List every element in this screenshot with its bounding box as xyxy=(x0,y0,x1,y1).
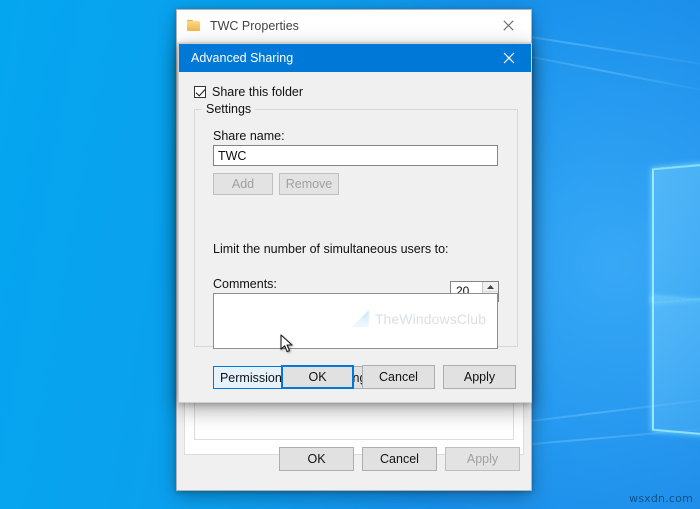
stepper-up-button[interactable] xyxy=(483,282,498,292)
checkbox-box xyxy=(194,86,206,98)
advanced-sharing-button-bar: OK Cancel Apply xyxy=(179,365,531,389)
advanced-sharing-body: Share this folder Settings Share name: A… xyxy=(179,72,531,402)
properties-cancel-button[interactable]: Cancel xyxy=(362,447,437,471)
thewindowsclub-watermark-text: TheWindowsClub xyxy=(374,310,486,327)
chevron-up-icon xyxy=(487,284,494,289)
close-icon xyxy=(503,20,514,31)
properties-apply-button: Apply xyxy=(445,447,520,471)
thewindowsclub-watermark: TheWindowsClub xyxy=(351,310,486,327)
advanced-sharing-apply-button[interactable]: Apply xyxy=(443,365,516,389)
settings-group-legend: Settings xyxy=(202,102,256,116)
advanced-sharing-dialog: Advanced Sharing Share this folder Setti… xyxy=(178,43,532,403)
site-watermark: wsxdn.com xyxy=(629,492,693,505)
comments-input[interactable]: TheWindowsClub xyxy=(213,293,498,349)
close-icon xyxy=(503,52,514,64)
simultaneous-users-label: Limit the number of simultaneous users t… xyxy=(213,242,449,256)
advanced-sharing-title: Advanced Sharing xyxy=(191,51,294,65)
advanced-sharing-ok-button[interactable]: OK xyxy=(281,365,354,389)
properties-ok-button[interactable]: OK xyxy=(279,447,354,471)
remove-button: Remove xyxy=(279,173,339,195)
share-this-folder-label: Share this folder xyxy=(212,85,304,99)
advanced-sharing-cancel-button[interactable]: Cancel xyxy=(362,365,435,389)
thewindowsclub-logo-icon xyxy=(351,310,369,327)
share-this-folder-checkbox[interactable]: Share this folder xyxy=(194,85,303,99)
properties-close-button[interactable] xyxy=(486,10,531,41)
add-button: Add xyxy=(213,173,273,195)
windows-logo-pane-top xyxy=(652,157,700,303)
share-name-label: Share name: xyxy=(213,129,285,143)
advanced-sharing-close-button[interactable] xyxy=(486,44,531,72)
share-name-input[interactable] xyxy=(213,145,498,166)
comments-label: Comments: xyxy=(213,277,277,291)
properties-titlebar: TWC Properties xyxy=(177,10,531,42)
windows-logo-pane-bottom xyxy=(652,296,700,442)
advanced-sharing-titlebar: Advanced Sharing xyxy=(179,44,531,72)
properties-window-title: TWC Properties xyxy=(210,19,299,33)
properties-button-bar: OK Cancel Apply xyxy=(177,428,531,490)
folder-icon xyxy=(187,20,201,32)
